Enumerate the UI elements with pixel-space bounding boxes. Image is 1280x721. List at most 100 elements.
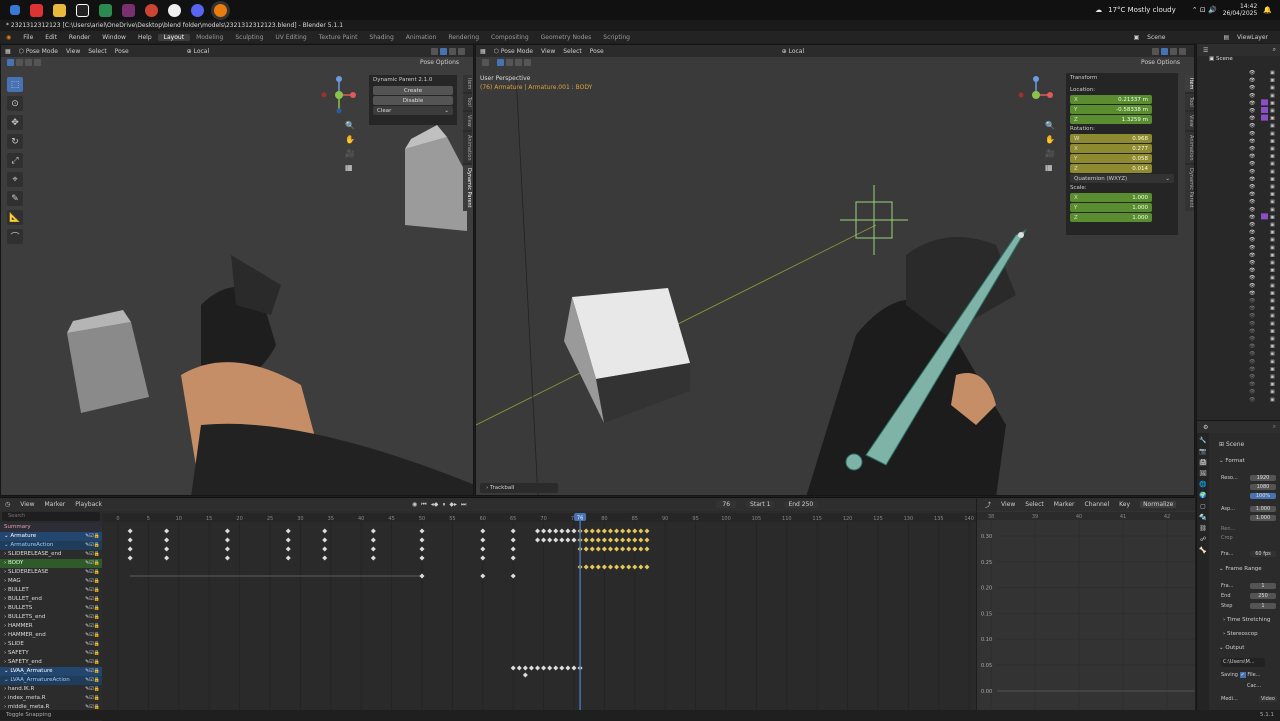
output-panel-header[interactable]: ⌄ Output	[1219, 645, 1244, 651]
grid-icon[interactable]: ▦	[345, 163, 355, 172]
keyframe-canvas[interactable]: 0 5 10 15 20 25 30 35 40 45 50 55 60 65 70 75 80 85 90 95 10…	[102, 513, 976, 711]
crop-row[interactable]: Crop	[1221, 533, 1276, 542]
keyframe-area[interactable]: 0 5 10 15 20 25 30 35 40 45 50 55 60 65 70 75 80 85 90 95 10…	[102, 513, 976, 711]
channel-toggle-icons[interactable]: ✎☑🔒	[82, 694, 102, 703]
location-x-field[interactable]: X 0.21337 m	[1070, 95, 1152, 104]
clock[interactable]: 14:42 26/04/2025	[1223, 3, 1258, 17]
channel-row[interactable]: › hand.IK.R ✎☑🔒	[0, 685, 102, 694]
pose-options-button[interactable]: Pose Options	[420, 59, 459, 66]
resolution-x-row[interactable]: Reso... 1920	[1221, 473, 1276, 482]
aspect-y-row[interactable]: 1.000	[1221, 513, 1276, 522]
output-path-field[interactable]: C:\Users\M...	[1221, 658, 1265, 667]
tab-compositing[interactable]: Compositing	[485, 34, 535, 41]
frame-start-row[interactable]: Fra... 1	[1221, 581, 1276, 590]
last-operator-panel[interactable]: › Trackball	[480, 483, 558, 493]
normalize-toggle[interactable]: Normalize	[1140, 501, 1177, 508]
pause-icon[interactable]: ⏸	[442, 501, 445, 509]
tab-uv-editing[interactable]: UV Editing	[269, 34, 312, 41]
tab-scripting[interactable]: Scripting	[597, 34, 636, 41]
channel-toggle-icons[interactable]: ✎☑🔒	[82, 685, 102, 694]
channel-toggle-icons[interactable]: ✎☑🔒	[82, 613, 102, 622]
channel-row[interactable]: › HAMMER_end ✎☑🔒	[0, 631, 102, 640]
solid-shading-icon[interactable]	[1161, 47, 1168, 55]
select-box-icon[interactable]: ⬚	[7, 77, 23, 92]
rotation-w-field[interactable]: W 0.968	[1070, 134, 1152, 143]
view-layer-selector[interactable]: ▤ ViewLayer	[1217, 34, 1280, 41]
blender-icon[interactable]	[214, 3, 227, 17]
measure-icon[interactable]: 📐	[7, 210, 23, 225]
channel-toggle-icons[interactable]: ✎☑🔒	[82, 577, 102, 586]
cache-row[interactable]: Cac...	[1247, 683, 1261, 689]
tab-shading[interactable]: Shading	[363, 34, 399, 41]
annotate-icon[interactable]: ✎	[7, 191, 23, 206]
menu-select[interactable]: Select	[88, 48, 107, 55]
right-3d-viewport[interactable]: ▦ ⬡ Pose Mode View Select Pose ⊕ Local P…	[475, 44, 1195, 496]
app-icon[interactable]	[99, 3, 112, 17]
camera-icon[interactable]: 🎥	[1045, 149, 1055, 158]
tab-animation[interactable]: Animation	[1185, 131, 1194, 164]
current-frame-field[interactable]: 76	[716, 501, 737, 508]
media-row[interactable]: Medi... Video	[1221, 696, 1277, 702]
frame-rate-row[interactable]: Fra... 60 fps	[1221, 549, 1276, 558]
mode-selector[interactable]: ⬡ Pose Mode	[19, 48, 58, 55]
channel-toggle-icons[interactable]: ✎☑🔒	[82, 676, 102, 685]
channel-toggle-icons[interactable]: ✎☑🔒	[82, 622, 102, 631]
channel-toggle-icons[interactable]: ✎☑🔒	[82, 586, 102, 595]
channel-row[interactable]: ⌄ Armature ✎☑🔒	[0, 532, 102, 541]
channel-toggle-icons[interactable]: ✎☑🔒	[82, 541, 102, 550]
tiktok-icon[interactable]	[76, 3, 89, 17]
tab-view[interactable]: View	[463, 112, 472, 130]
channel-toggle-icons[interactable]: ✎☑🔒	[82, 658, 102, 667]
menu-marker[interactable]: Marker	[45, 501, 66, 508]
channel-toggle-icons[interactable]: ✎☑🔒	[82, 640, 102, 649]
rotation-y-field[interactable]: Y 0.058	[1070, 154, 1152, 163]
channel-toggle-icons[interactable]: ✎☑🔒	[82, 604, 102, 613]
channel-row[interactable]: ⌄ LVAA_Armature ✎☑🔒	[0, 667, 102, 676]
tab-tool[interactable]: Tool	[463, 94, 472, 111]
data-tab-icon[interactable]: ☍	[1200, 536, 1206, 543]
channel-row[interactable]: Summary	[0, 523, 102, 532]
location-y-field[interactable]: Y -0.58338 m	[1070, 105, 1152, 114]
format-panel-header[interactable]: ⌄ Format	[1219, 458, 1245, 464]
modifier-tab-icon[interactable]: 🔩	[1199, 514, 1206, 521]
zoom-icon[interactable]: 🔍	[1045, 121, 1055, 130]
brave-icon[interactable]	[30, 3, 43, 17]
object-tab-icon[interactable]: ▢	[1200, 503, 1206, 510]
opera-icon[interactable]	[145, 3, 158, 17]
transform-icon[interactable]: ⌖	[7, 172, 23, 187]
menu-render[interactable]: Render	[63, 34, 96, 41]
prev-key-icon[interactable]: ◂◆	[431, 501, 439, 509]
tab-animation[interactable]: Animation	[463, 131, 472, 164]
rendered-shading-icon[interactable]	[458, 47, 465, 55]
menu-pose[interactable]: Pose	[115, 48, 129, 55]
discord-icon[interactable]	[191, 3, 204, 17]
notification-icon[interactable]: 🔔	[1263, 6, 1272, 14]
menu-file[interactable]: File	[17, 34, 39, 41]
scale-icon[interactable]: ⤢	[7, 153, 23, 168]
channel-toggle-icons[interactable]: ✎☑🔒	[82, 667, 102, 676]
cursor-icon[interactable]: ⊙	[7, 96, 23, 111]
channel-row[interactable]: ⌄ ArmatureAction ✎☑🔒	[0, 541, 102, 550]
next-key-icon[interactable]: ◆▸	[449, 501, 457, 509]
disable-button[interactable]: Disable	[373, 96, 453, 105]
view-layer-tab-icon[interactable]: 🖼	[1199, 470, 1207, 477]
menu-marker[interactable]: Marker	[1054, 501, 1075, 508]
tab-tool[interactable]: Tool	[1185, 94, 1194, 111]
menu-pose[interactable]: Pose	[590, 48, 604, 55]
select-subtract-icon[interactable]	[25, 58, 32, 66]
aspect-x-row[interactable]: Asp... 1.000	[1221, 504, 1276, 513]
grid-icon[interactable]: ▦	[1045, 163, 1055, 172]
channel-toggle-icons[interactable]: ✎☑🔒	[82, 550, 102, 559]
menu-help[interactable]: Help	[132, 34, 158, 41]
outliner-type-icon[interactable]: ☰	[1203, 47, 1208, 54]
tray-icon[interactable]: ⌃ ⊡ 🔊	[1192, 6, 1217, 14]
graph-canvas[interactable]: 38 39 40 41 42 0.30 0.25 0.20 0.15 0.10 0.05 0.00	[977, 512, 1195, 711]
start-icon[interactable]	[10, 5, 20, 15]
constraint-tab-icon[interactable]: ⛓	[1199, 525, 1207, 532]
channel-row[interactable]: › BULLETS ✎☑🔒	[0, 604, 102, 613]
output-tab-icon[interactable]: 🖨	[1199, 459, 1207, 466]
resolution-pct-row[interactable]: 100%	[1221, 491, 1276, 500]
scale-z-field[interactable]: Z 1.000	[1070, 213, 1152, 222]
menu-view[interactable]: View	[541, 48, 555, 55]
channel-row[interactable]: › BULLETS_end ✎☑🔒	[0, 613, 102, 622]
